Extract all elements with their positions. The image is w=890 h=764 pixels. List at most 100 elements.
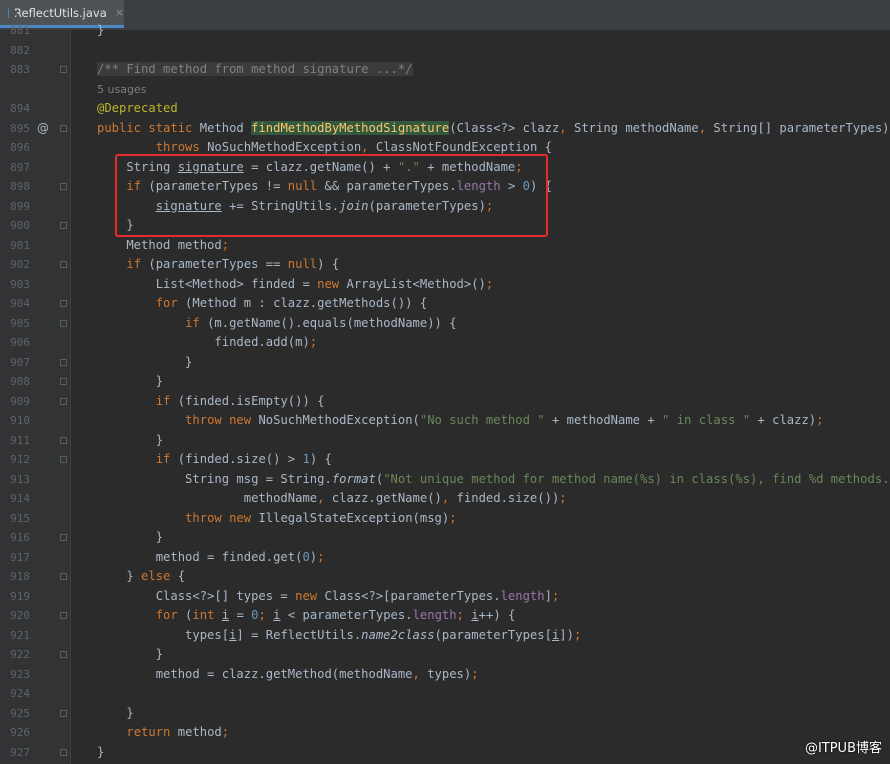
line-number: 894 bbox=[10, 102, 30, 115]
line-number: 907 bbox=[10, 355, 30, 369]
line-number: 911 bbox=[10, 433, 30, 447]
line-number: 912 bbox=[10, 453, 30, 466]
code-text: throw new NoSuchMethodException("No such… bbox=[185, 413, 824, 427]
code-line[interactable]: 908 } bbox=[0, 372, 890, 392]
code-line[interactable]: 5 usages bbox=[0, 80, 890, 100]
code-text: } bbox=[97, 647, 164, 661]
code-line[interactable]: 894 @Deprecated bbox=[0, 99, 890, 119]
code-text: methodName, clazz.getName(), finded.size… bbox=[97, 491, 567, 505]
fold-marker-icon[interactable] bbox=[60, 319, 67, 327]
line-number: 917 bbox=[10, 550, 30, 564]
fold-marker-icon[interactable] bbox=[60, 748, 67, 756]
code-line[interactable]: 901 Method method; bbox=[0, 236, 890, 256]
code-line[interactable]: 910 throw new NoSuchMethodException("No … bbox=[0, 411, 890, 431]
code-line[interactable]: 916 } bbox=[0, 528, 890, 548]
line-number: 921 bbox=[10, 628, 30, 642]
close-icon[interactable]: × bbox=[115, 6, 124, 19]
code-line[interactable]: 925 } bbox=[0, 704, 890, 724]
code-line[interactable]: 918 } else { bbox=[0, 567, 890, 587]
fold-marker-icon[interactable] bbox=[60, 436, 67, 444]
fold-marker-icon[interactable] bbox=[60, 300, 67, 307]
code-line[interactable]: 923 method = clazz.getMethod(methodName,… bbox=[0, 665, 890, 685]
code-line[interactable]: 909 if (finded.isEmpty()) { bbox=[0, 392, 890, 412]
fold-marker-icon[interactable] bbox=[60, 261, 67, 268]
code-text: /** Find method from method signature ..… bbox=[97, 62, 413, 76]
code-text: types[i] = ReflectUtils.name2class(param… bbox=[97, 627, 582, 642]
code-line[interactable]: 911 } bbox=[0, 431, 890, 451]
code-line[interactable]: 913 String msg = String.format("Not uniq… bbox=[0, 470, 890, 490]
code-line[interactable]: 881} bbox=[0, 21, 890, 41]
code-text: } bbox=[97, 705, 134, 720]
code-line[interactable]: 914 methodName, clazz.getName(), finded.… bbox=[0, 489, 890, 509]
tab-label: ReflectUtils.java bbox=[14, 5, 107, 20]
code-line[interactable]: 902 if (parameterTypes == null) { bbox=[0, 255, 890, 275]
fold-marker-icon[interactable] bbox=[60, 378, 67, 385]
line-number: 882 bbox=[10, 43, 30, 57]
code-text: List<Method> finded = new ArrayList<Meth… bbox=[97, 276, 494, 291]
highlight-box bbox=[115, 154, 548, 237]
line-number: 883 bbox=[10, 63, 30, 76]
line-number: 926 bbox=[10, 726, 30, 739]
code-line[interactable]: 922 } bbox=[0, 645, 890, 665]
line-number: 905 bbox=[10, 316, 30, 330]
code-line[interactable]: 912 if (finded.size() > 1) { bbox=[0, 450, 890, 470]
fold-marker-icon[interactable] bbox=[60, 66, 67, 73]
code-text: Class<?>[] types = new Class<?>[paramete… bbox=[97, 588, 560, 603]
code-text: if (finded.size() > 1) { bbox=[155, 452, 332, 466]
line-number: 908 bbox=[10, 375, 30, 388]
code-text: for (int i = 0; i < parameterTypes.lengt… bbox=[155, 608, 516, 622]
code-text: finded.add(m); bbox=[97, 335, 318, 349]
line-number: 918 bbox=[10, 570, 30, 583]
line-number: 898 bbox=[10, 180, 30, 193]
line-number: 897 bbox=[10, 160, 30, 174]
line-number: 906 bbox=[10, 336, 30, 349]
code-line[interactable]: 903 List<Method> finded = new ArrayList<… bbox=[0, 275, 890, 295]
code-line[interactable]: 907 } bbox=[0, 353, 890, 373]
line-number: 916 bbox=[10, 531, 30, 544]
code-text: String msg = String.format("Not unique m… bbox=[97, 471, 890, 486]
line-number: 925 bbox=[10, 706, 30, 720]
code-line[interactable]: 919 Class<?>[] types = new Class<?>[para… bbox=[0, 587, 890, 607]
fold-marker-icon[interactable] bbox=[60, 124, 67, 132]
code-line[interactable]: 927} bbox=[0, 743, 890, 763]
line-number: 922 bbox=[10, 648, 30, 661]
fold-marker-icon[interactable] bbox=[60, 709, 67, 717]
code-line[interactable]: 904 for (Method m : clazz.getMethods()) … bbox=[0, 294, 890, 314]
watermark: @ITPUB博客 bbox=[804, 741, 882, 756]
line-number: 914 bbox=[10, 492, 30, 505]
fold-marker-icon[interactable] bbox=[60, 397, 67, 405]
fold-marker-icon[interactable] bbox=[60, 222, 67, 229]
code-text: } bbox=[97, 374, 164, 388]
code-text: if (m.getName().equals(methodName)) { bbox=[185, 315, 457, 330]
fold-marker-icon[interactable] bbox=[60, 534, 67, 541]
code-text: } bbox=[97, 354, 193, 369]
line-number: 909 bbox=[10, 394, 30, 408]
code-line[interactable]: 883 /** Find method from method signature… bbox=[0, 60, 890, 80]
code-text: } bbox=[97, 530, 164, 544]
code-line[interactable]: 924 bbox=[0, 684, 890, 704]
code-text: for (Method m : clazz.getMethods()) { bbox=[155, 296, 428, 310]
code-line[interactable]: 920 for (int i = 0; i < parameterTypes.l… bbox=[0, 606, 890, 626]
code-line[interactable]: 905 if (m.getName().equals(methodName)) … bbox=[0, 314, 890, 334]
class-icon bbox=[8, 6, 18, 19]
code-text: if (parameterTypes == null) { bbox=[126, 257, 340, 271]
fold-marker-icon[interactable] bbox=[60, 183, 67, 190]
fold-marker-icon[interactable] bbox=[60, 573, 67, 580]
code-line[interactable]: 917 method = finded.get(0); bbox=[0, 548, 890, 568]
fold-marker-icon[interactable] bbox=[60, 358, 67, 366]
code-line[interactable]: 882 bbox=[0, 41, 890, 61]
code-line[interactable]: 921 types[i] = ReflectUtils.name2class(p… bbox=[0, 626, 890, 646]
line-number: 902 bbox=[10, 258, 30, 271]
implementation-gutter-icon[interactable]: @ bbox=[37, 119, 49, 139]
fold-marker-icon[interactable] bbox=[60, 612, 67, 619]
code-line[interactable]: 906 finded.add(m); bbox=[0, 333, 890, 353]
code-line[interactable]: 926 return method; bbox=[0, 723, 890, 743]
code-text: Method method; bbox=[97, 237, 230, 252]
code-line[interactable]: 895 @ public static Method findMethodByMet… bbox=[0, 119, 890, 139]
line-number: 924 bbox=[10, 687, 30, 700]
fold-marker-icon[interactable] bbox=[60, 456, 67, 463]
fold-marker-icon[interactable] bbox=[60, 651, 67, 658]
code-text: public static Method findMethodByMethodS… bbox=[97, 120, 890, 135]
line-number: 881 bbox=[10, 24, 30, 37]
code-line[interactable]: 915 throw new IllegalStateException(msg)… bbox=[0, 509, 890, 529]
